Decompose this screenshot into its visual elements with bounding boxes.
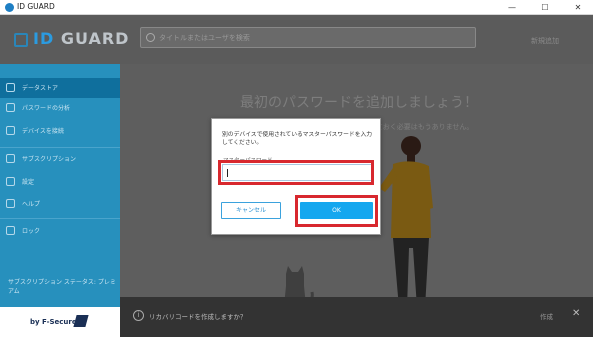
sidebar-item-label: ロック	[22, 228, 41, 235]
sidebar-item-lock[interactable]: ロック	[0, 221, 120, 241]
sidebar-item-device[interactable]: デバイスを接続	[0, 121, 120, 141]
sidebar-item-label: 設定	[22, 179, 35, 186]
sidebar-item-label: パスワードの分析	[22, 105, 71, 112]
search-icon	[146, 33, 155, 42]
lock-icon	[6, 226, 15, 235]
new-item-button[interactable]: 新規追加	[531, 36, 559, 46]
sidebar-divider	[0, 218, 120, 219]
sidebar-divider	[0, 147, 120, 148]
close-window-button[interactable]: ✕	[563, 0, 593, 15]
page-headline: 最初のパスワードを追加しましょう！	[240, 95, 478, 111]
window-title: ID GUARD	[17, 2, 55, 11]
app-icon	[5, 3, 14, 12]
sidebar-item-label: デバイスを接続	[22, 128, 64, 135]
sidebar-item-help[interactable]: ヘルプ	[0, 194, 120, 214]
input-highlight-box	[218, 160, 374, 185]
app-header: ID GUARD タイトルまたはユーザを検索 新規追加	[0, 15, 593, 64]
person-illustration	[379, 136, 433, 313]
close-banner-icon[interactable]: ✕	[572, 308, 580, 319]
info-icon: i	[133, 310, 144, 321]
sidebar-item-settings[interactable]: 設定	[0, 172, 120, 192]
dialog-message: 別のデバイスで使用されているマスターパスワードを入力してください。	[222, 132, 373, 146]
banner-text: リカバリコードを作成しますか？	[149, 313, 247, 321]
minimize-button[interactable]: —	[497, 0, 527, 15]
help-icon	[6, 199, 15, 208]
sidebar-item-label: サブスクリプション	[22, 156, 77, 163]
sidebar-item-label: ヘルプ	[22, 201, 41, 208]
f-secure-logo-icon	[73, 315, 89, 327]
logo-mark-icon	[14, 33, 28, 47]
analysis-icon	[6, 103, 15, 112]
search-placeholder: タイトルまたはユーザを検索	[159, 34, 250, 42]
maximize-button[interactable]: ☐	[530, 0, 560, 15]
search-box[interactable]: タイトルまたはユーザを検索	[140, 27, 476, 48]
title-bar: ID GUARD — ☐ ✕	[0, 0, 593, 15]
create-recovery-button[interactable]: 作成	[540, 311, 553, 321]
settings-icon	[6, 177, 15, 186]
logo-guard-text: GUARD	[60, 29, 130, 48]
recovery-banner: i リカバリコードを作成しますか？ 作成 ✕	[120, 297, 593, 337]
cancel-button[interactable]: キャンセル	[221, 202, 281, 219]
sidebar: データストア パスワードの分析 デバイスを接続 サブスクリプション 設定 ヘルプ…	[0, 64, 120, 337]
brand-text: by F-Secure.	[30, 318, 80, 326]
ok-highlight-box	[295, 195, 378, 227]
sidebar-item-datastore[interactable]: データストア	[0, 78, 120, 98]
subscription-status: サブスクリプション ステータス: プレミアム	[8, 279, 116, 295]
sidebar-item-subscription[interactable]: サブスクリプション	[0, 149, 120, 169]
device-icon	[6, 126, 15, 135]
sidebar-item-analysis[interactable]: パスワードの分析	[0, 98, 120, 118]
subscription-icon	[6, 154, 15, 163]
sidebar-item-label: データストア	[22, 85, 59, 92]
logo-id-text: ID	[33, 29, 55, 48]
datastore-icon	[6, 83, 15, 92]
brand-footer: by F-Secure.	[0, 307, 120, 337]
app-logo: ID GUARD	[33, 29, 129, 48]
